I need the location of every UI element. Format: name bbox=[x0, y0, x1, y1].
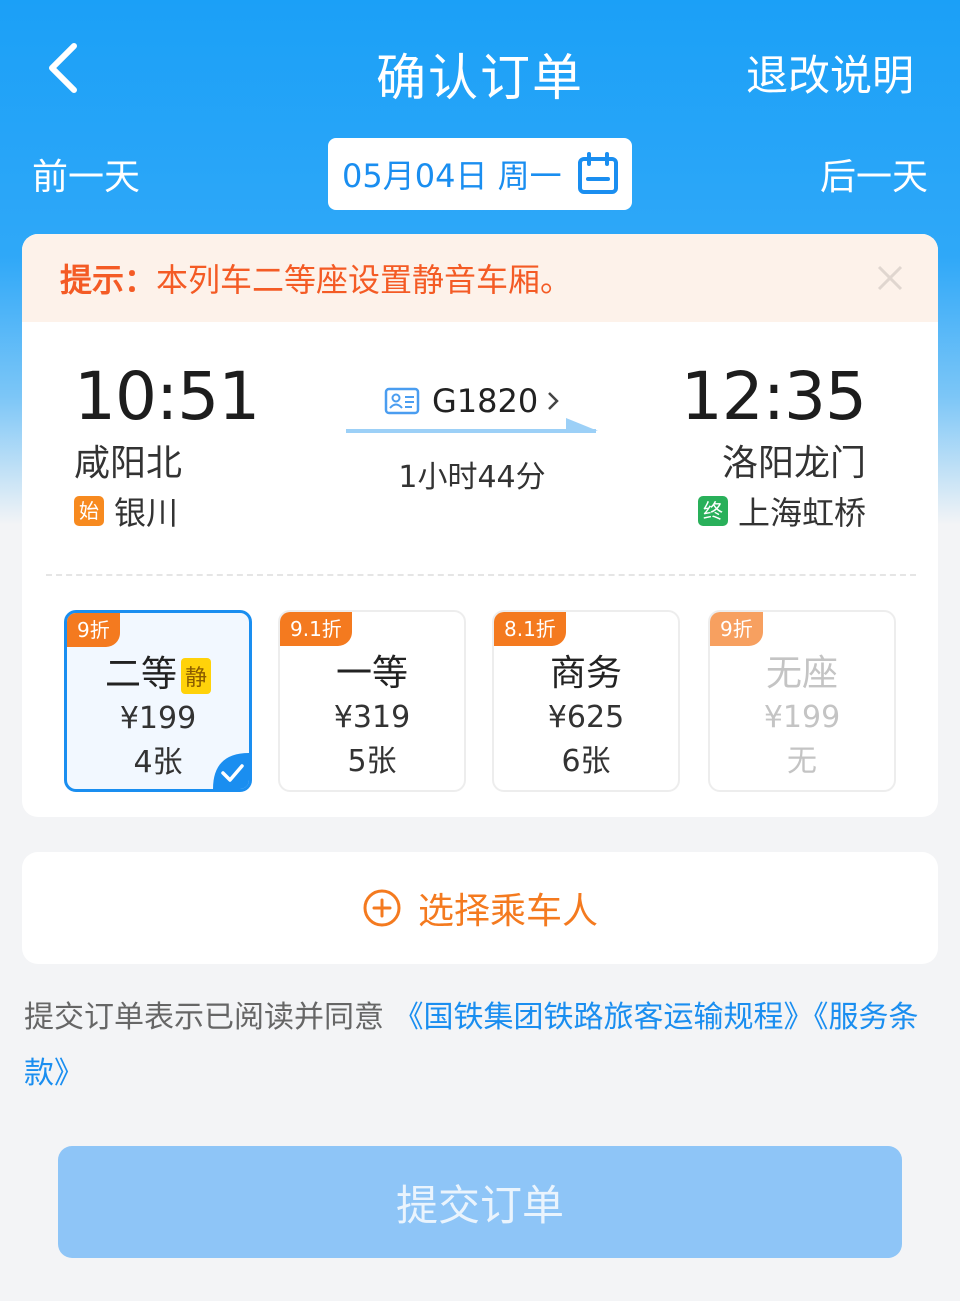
close-icon[interactable] bbox=[876, 264, 904, 292]
train-info-card: 提示： 本列车二等座设置静音车厢。 10:51 咸阳北 始 银川 G1820 1… bbox=[22, 234, 938, 817]
seat-option-business-class[interactable]: 8.1折 商务 ¥625 6张 bbox=[492, 610, 680, 792]
seat-count: 6张 bbox=[561, 744, 611, 779]
refund-policy-link[interactable]: 退改说明 bbox=[746, 42, 914, 103]
notice-text: 本列车二等座设置静音车厢。 bbox=[156, 261, 573, 299]
calendar-icon bbox=[578, 152, 618, 194]
next-day-button[interactable]: 后一天 bbox=[820, 148, 928, 200]
seat-price: ¥199 bbox=[763, 700, 841, 735]
discount-badge: 8.1折 bbox=[494, 612, 566, 646]
prev-day-button[interactable]: 前一天 bbox=[32, 148, 140, 200]
confirm-order-page: 确认订单 退改说明 前一天 05月04日 周一 后一天 提示： 本列车二等座设置… bbox=[0, 0, 960, 1301]
seat-option-first-class[interactable]: 9.1折 一等 ¥319 5张 bbox=[278, 610, 466, 792]
discount-badge: 9折 bbox=[67, 613, 120, 647]
select-passenger-button[interactable]: 选择乘车人 bbox=[22, 852, 938, 964]
seat-name: 无座 bbox=[765, 653, 838, 694]
divider bbox=[46, 574, 916, 576]
seat-option-standing[interactable]: 9折 无座 ¥199 无 bbox=[708, 610, 896, 792]
check-icon bbox=[213, 753, 249, 789]
agreement-text: 提交订单表示已阅读并同意 《国铁集团铁路旅客运输规程》《服务条款》 bbox=[24, 990, 924, 1102]
agreement-prefix: 提交订单表示已阅读并同意 bbox=[24, 1000, 394, 1035]
seat-price: ¥199 bbox=[119, 701, 197, 736]
notice-banner: 提示： 本列车二等座设置静音车厢。 bbox=[22, 234, 938, 322]
seat-price: ¥319 bbox=[333, 700, 411, 735]
origin-station: 始 银川 bbox=[74, 488, 178, 534]
chevron-right-icon bbox=[548, 392, 560, 410]
add-circle-icon bbox=[363, 889, 401, 927]
seat-option-second-class[interactable]: 9折 二等静 ¥199 4张 bbox=[64, 610, 252, 792]
departure-station: 咸阳北 bbox=[74, 443, 183, 484]
date-picker[interactable]: 05月04日 周一 bbox=[328, 138, 632, 210]
railway-rules-link[interactable]: 《国铁集团铁路旅客运输规程》 bbox=[394, 1000, 814, 1035]
quiet-carriage-tag: 静 bbox=[181, 658, 212, 694]
notice-label: 提示： bbox=[60, 261, 157, 299]
trip-duration: 1小时44分 bbox=[398, 460, 546, 495]
origin-name: 银川 bbox=[114, 494, 179, 532]
origin-tag: 始 bbox=[74, 496, 104, 526]
seat-count: 5张 bbox=[347, 744, 397, 779]
seat-price: ¥625 bbox=[547, 700, 625, 735]
discount-badge: 9.1折 bbox=[280, 612, 352, 646]
terminal-name: 上海虹桥 bbox=[737, 494, 866, 532]
seat-name: 商务 bbox=[549, 653, 622, 694]
seat-name: 一等 bbox=[335, 653, 408, 694]
seat-count: 无 bbox=[787, 744, 817, 779]
departure-time: 10:51 bbox=[74, 358, 260, 435]
submit-order-button[interactable]: 提交订单 bbox=[58, 1146, 902, 1258]
terminal-station: 终 上海虹桥 bbox=[697, 488, 866, 534]
direction-arrow-icon bbox=[346, 418, 598, 433]
discount-badge: 9折 bbox=[710, 612, 763, 646]
date-text: 05月04日 周一 bbox=[342, 157, 562, 195]
navbar: 确认订单 退改说明 bbox=[0, 0, 960, 135]
arrival-time: 12:35 bbox=[680, 358, 867, 435]
terminal-tag: 终 bbox=[697, 496, 728, 526]
seat-name: 二等静 bbox=[67, 645, 249, 697]
id-card-icon bbox=[384, 387, 420, 415]
select-passenger-label: 选择乘车人 bbox=[417, 891, 598, 932]
arrival-station: 洛阳龙门 bbox=[721, 443, 866, 484]
